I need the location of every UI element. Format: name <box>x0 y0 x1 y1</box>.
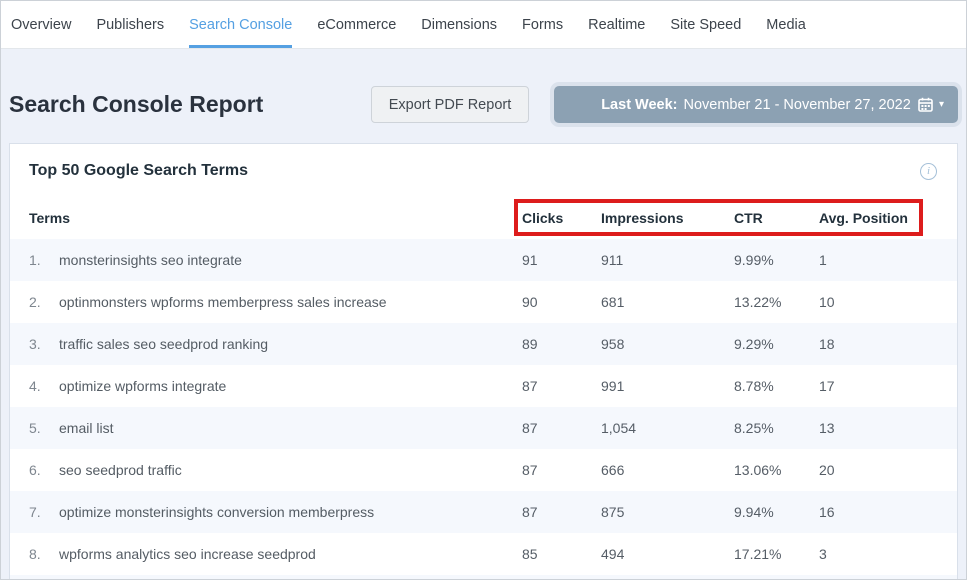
row-impressions: 666 <box>593 462 726 478</box>
card-title: Top 50 Google Search Terms <box>29 162 248 180</box>
search-terms-card: Top 50 Google Search Terms i Terms Click… <box>9 143 958 580</box>
chevron-down-icon: ▾ <box>939 100 944 110</box>
row-term: email list <box>59 420 514 436</box>
table-row: 5. email list 87 1,054 8.25% 13 <box>10 407 957 449</box>
table-body: 1. monsterinsights seo integrate 91 911 … <box>10 239 957 580</box>
row-impressions: 875 <box>593 504 726 520</box>
row-clicks: 89 <box>514 336 593 352</box>
column-header-impressions: Impressions <box>593 210 726 226</box>
table-row: 2. optinmonsters wpforms memberpress sal… <box>10 281 957 323</box>
row-ctr: 8.78% <box>726 378 811 394</box>
tab-forms[interactable]: Forms <box>522 1 563 48</box>
row-clicks: 87 <box>514 504 593 520</box>
column-header-ctr: CTR <box>726 210 811 226</box>
row-term: monsterinsights seo integrate <box>59 252 514 268</box>
tab-site-speed[interactable]: Site Speed <box>670 1 741 48</box>
row-term: wpforms analytics seo increase seedprod <box>59 546 514 562</box>
row-avg-position: 20 <box>811 462 957 478</box>
date-range-value: November 21 - November 27, 2022 <box>684 97 911 113</box>
row-term: optimize monsterinsights conversion memb… <box>59 504 514 520</box>
row-impressions: 958 <box>593 336 726 352</box>
row-rank: 5. <box>29 420 59 436</box>
row-avg-position: 10 <box>811 294 957 310</box>
date-range-picker[interactable]: Last Week: November 21 - November 27, 20… <box>554 86 958 123</box>
row-avg-position: 16 <box>811 504 957 520</box>
row-avg-position: 13 <box>811 420 957 436</box>
row-clicks: 87 <box>514 378 593 394</box>
tab-overview[interactable]: Overview <box>11 1 71 48</box>
table-header-row: Terms Clicks Impressions CTR Avg. Positi… <box>10 197 957 239</box>
row-term: optinmonsters wpforms memberpress sales … <box>59 294 514 310</box>
row-ctr: 9.99% <box>726 252 811 268</box>
row-avg-position: 3 <box>811 546 957 562</box>
date-range-label: Last Week: <box>601 97 677 113</box>
row-impressions: 911 <box>593 252 726 268</box>
page-title: Search Console Report <box>9 91 371 118</box>
row-avg-position: 17 <box>811 378 957 394</box>
row-clicks: 87 <box>514 420 593 436</box>
row-clicks: 90 <box>514 294 593 310</box>
row-ctr: 13.06% <box>726 462 811 478</box>
row-impressions: 991 <box>593 378 726 394</box>
tab-ecommerce[interactable]: eCommerce <box>317 1 396 48</box>
report-tabs-nav: Overview Publishers Search Console eComm… <box>1 1 966 49</box>
row-term: seo seedprod traffic <box>59 462 514 478</box>
table-row: 4. optimize wpforms integrate 87 991 8.7… <box>10 365 957 407</box>
table-row: 8. wpforms analytics seo increase seedpr… <box>10 533 957 575</box>
tab-realtime[interactable]: Realtime <box>588 1 645 48</box>
row-ctr: 13.22% <box>726 294 811 310</box>
export-pdf-button[interactable]: Export PDF Report <box>371 86 529 123</box>
column-header-avg-position: Avg. Position <box>811 210 957 226</box>
calendar-icon <box>918 97 933 112</box>
table-row: 6. seo seedprod traffic 87 666 13.06% 20 <box>10 449 957 491</box>
row-clicks: 85 <box>514 546 593 562</box>
row-rank: 8. <box>29 546 59 562</box>
row-ctr: 9.94% <box>726 504 811 520</box>
row-avg-position: 1 <box>811 252 957 268</box>
row-ctr: 9.29% <box>726 336 811 352</box>
row-term: optimize wpforms integrate <box>59 378 514 394</box>
table-row: 7. optimize monsterinsights conversion m… <box>10 491 957 533</box>
row-term: traffic sales seo seedprod ranking <box>59 336 514 352</box>
tab-search-console[interactable]: Search Console <box>189 1 292 48</box>
row-ctr: 8.25% <box>726 420 811 436</box>
row-rank: 3. <box>29 336 59 352</box>
search-console-report-screen: Overview Publishers Search Console eComm… <box>0 0 967 580</box>
table-row-partial <box>10 575 957 580</box>
row-ctr: 17.21% <box>726 546 811 562</box>
row-rank: 4. <box>29 378 59 394</box>
column-header-terms: Terms <box>29 210 514 226</box>
page-header: Search Console Report Export PDF Report … <box>9 86 958 123</box>
row-rank: 6. <box>29 462 59 478</box>
tab-media[interactable]: Media <box>766 1 806 48</box>
tab-publishers[interactable]: Publishers <box>96 1 164 48</box>
row-clicks: 87 <box>514 462 593 478</box>
row-rank: 2. <box>29 294 59 310</box>
date-picker-icons: ▾ <box>918 86 944 123</box>
row-impressions: 681 <box>593 294 726 310</box>
row-rank: 1. <box>29 252 59 268</box>
info-icon[interactable]: i <box>920 163 937 180</box>
row-impressions: 494 <box>593 546 726 562</box>
row-impressions: 1,054 <box>593 420 726 436</box>
row-rank: 7. <box>29 504 59 520</box>
row-avg-position: 18 <box>811 336 957 352</box>
tab-dimensions[interactable]: Dimensions <box>421 1 497 48</box>
table-row: 3. traffic sales seo seedprod ranking 89… <box>10 323 957 365</box>
card-header: Top 50 Google Search Terms i <box>10 144 957 180</box>
column-header-clicks: Clicks <box>514 210 593 226</box>
row-clicks: 91 <box>514 252 593 268</box>
table-row: 1. monsterinsights seo integrate 91 911 … <box>10 239 957 281</box>
